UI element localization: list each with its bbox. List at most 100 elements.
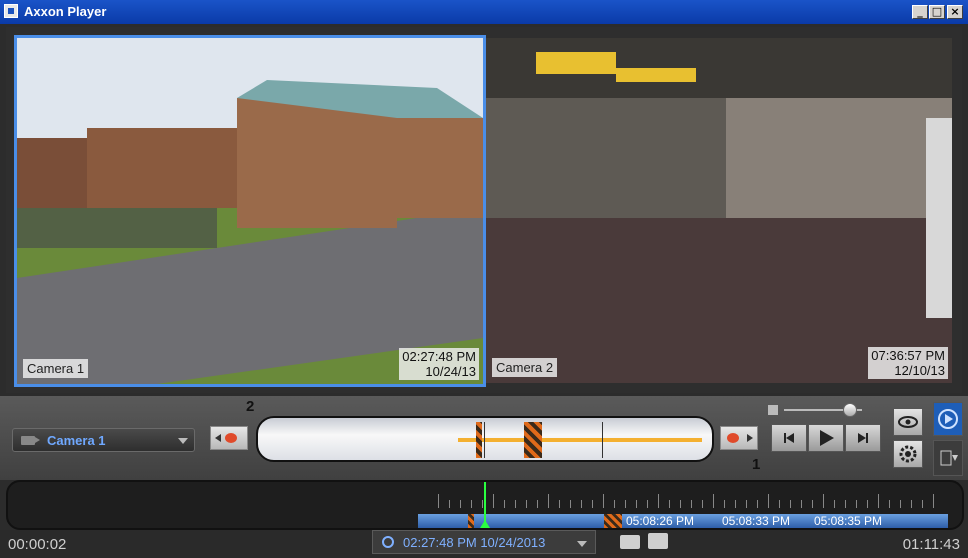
- mini-timeline-marker: [484, 422, 485, 458]
- timeline-tick: [570, 500, 571, 508]
- timeline-tick: [680, 500, 681, 508]
- total-time: 01:11:43: [902, 536, 960, 553]
- timeline-tick: [779, 500, 780, 508]
- export-button[interactable]: [933, 440, 963, 476]
- record-icon: [727, 433, 739, 443]
- segment-label: 05:08:33 PM: [722, 514, 791, 528]
- timeline-tick: [647, 500, 648, 508]
- play-button[interactable]: [808, 424, 844, 452]
- camera-2-time: 07:36:57 PM: [871, 348, 945, 363]
- timeline-tick: [713, 494, 714, 508]
- camera-1-scene: [17, 38, 483, 384]
- eye-icon: [898, 416, 918, 428]
- timeline-tick: [603, 494, 604, 508]
- elapsed-time: 00:00:02: [8, 536, 67, 553]
- camera-icon: [21, 436, 40, 445]
- timeline-tick: [592, 500, 593, 508]
- snapshot-icon[interactable]: [620, 535, 640, 549]
- timeline-tick: [614, 500, 615, 508]
- play-circle-icon: [938, 409, 958, 429]
- next-recording-button[interactable]: [720, 426, 758, 450]
- timeline-tick: [812, 500, 813, 508]
- annotation-2: 2: [246, 398, 255, 415]
- chevron-down-icon: [178, 438, 188, 444]
- camera-2-view[interactable]: Camera 2 07:36:57 PM 12/10/13: [486, 38, 952, 383]
- timeline-tick: [845, 500, 846, 508]
- step-back-button[interactable]: [771, 424, 807, 452]
- minimize-button[interactable]: _: [912, 5, 928, 19]
- timeline-tick: [878, 494, 879, 508]
- timeline-tick: [559, 500, 560, 508]
- arrow-left-icon: [215, 434, 221, 442]
- timeline-tick: [834, 500, 835, 508]
- camera-1-label: Camera 1: [23, 359, 89, 378]
- timeline-tick: [482, 500, 483, 508]
- mini-timeline-recording: [476, 422, 482, 458]
- gear-icon: [899, 445, 917, 463]
- camera-1-view[interactable]: Camera 1 02:27:48 PM 10/24/13: [14, 35, 486, 387]
- timeline-tick: [790, 500, 791, 508]
- camera-select[interactable]: Camera 1: [12, 428, 195, 452]
- current-datetime: 02:27:48 PM 10/24/2013: [403, 535, 546, 550]
- print-icon[interactable]: [648, 533, 668, 549]
- timeline-tick: [768, 494, 769, 508]
- camera-1-date: 10/24/13: [425, 364, 476, 379]
- timeline-tick: [724, 500, 725, 508]
- camera-2-timestamp: 07:36:57 PM 12/10/13: [868, 347, 948, 379]
- camera-2-scene: [486, 38, 952, 383]
- timeline-hatch: [468, 514, 474, 528]
- record-icon: [225, 433, 237, 443]
- eye-button[interactable]: [893, 408, 923, 436]
- previous-recording-button[interactable]: [210, 426, 248, 450]
- video-area: Camera 1 02:27:48 PM 10/24/13 Camera 2 0…: [6, 27, 962, 393]
- timeline-tick: [669, 500, 670, 508]
- mini-timeline[interactable]: [256, 416, 714, 462]
- title-bar: Axxon Player _ □ ×: [0, 0, 968, 24]
- timeline-tick: [823, 494, 824, 508]
- timeline-tick: [691, 500, 692, 508]
- camera-1-timestamp: 02:27:48 PM 10/24/13: [399, 348, 479, 380]
- step-back-icon: [784, 433, 794, 443]
- timeline-tick: [449, 500, 450, 508]
- timeline-cursor-handle[interactable]: [480, 520, 490, 528]
- play-mode-button[interactable]: [933, 402, 963, 436]
- timeline-tick: [493, 494, 494, 508]
- timeline-tick: [526, 500, 527, 508]
- volume-control[interactable]: [768, 401, 882, 419]
- timeline-tick: [504, 500, 505, 508]
- camera-1-time: 02:27:48 PM: [402, 349, 476, 364]
- export-icon: [940, 450, 958, 466]
- mute-speaker-icon[interactable]: [768, 405, 778, 415]
- timeline-tick: [636, 500, 637, 508]
- camera-2-label: Camera 2: [492, 358, 558, 377]
- step-forward-button[interactable]: [845, 424, 881, 452]
- mini-timeline-marker: [602, 422, 603, 458]
- main-timeline[interactable]: 05:08:26 PM 05:08:33 PM 05:08:35 PM: [6, 480, 964, 530]
- timeline-tick: [746, 500, 747, 508]
- annotation-1: 1: [752, 456, 761, 473]
- play-icon: [820, 430, 834, 446]
- segment-label: 05:08:35 PM: [814, 514, 883, 528]
- app-icon: [4, 4, 18, 18]
- arrow-right-icon: [747, 434, 753, 442]
- timeline-tick: [460, 500, 461, 508]
- volume-knob[interactable]: [843, 403, 858, 417]
- timeline-tick: [757, 500, 758, 508]
- camera-2-date: 12/10/13: [894, 363, 945, 378]
- timeline-tick: [867, 500, 868, 508]
- timeline-tick: [658, 494, 659, 508]
- mini-timeline-track: [458, 438, 702, 442]
- timeline-hatch: [604, 514, 622, 528]
- segment-label: 05:08:26 PM: [626, 514, 695, 528]
- maximize-button[interactable]: □: [929, 5, 945, 19]
- step-forward-icon: [858, 433, 868, 443]
- datetime-picker[interactable]: 02:27:48 PM 10/24/2013: [372, 530, 596, 554]
- timeline-tick: [625, 500, 626, 508]
- close-button[interactable]: ×: [947, 5, 963, 19]
- timeline-tick: [702, 500, 703, 508]
- timeline-tick: [537, 500, 538, 508]
- timeline-tick: [471, 500, 472, 508]
- settings-button[interactable]: [893, 440, 923, 468]
- chevron-down-icon: [577, 541, 587, 547]
- timeline-tick: [922, 500, 923, 508]
